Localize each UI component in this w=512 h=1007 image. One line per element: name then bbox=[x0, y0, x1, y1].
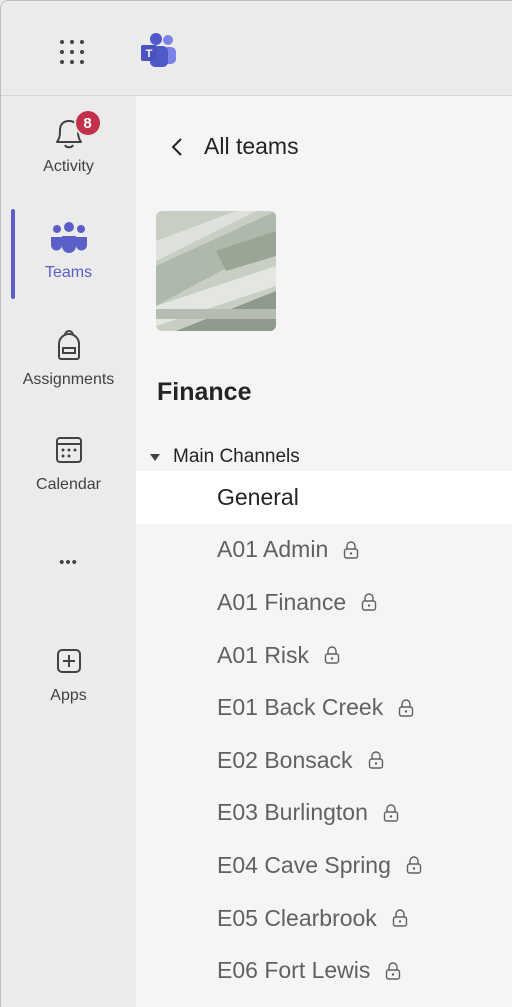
team-name: Finance bbox=[157, 378, 252, 406]
rail-label-teams: Teams bbox=[44, 264, 93, 281]
team-picture[interactable] bbox=[156, 211, 276, 331]
back-label: All teams bbox=[204, 133, 299, 159]
lock-icon bbox=[406, 856, 422, 875]
channel-item[interactable]: E02 Bonsack bbox=[136, 734, 512, 787]
channel-item[interactable]: E04 Cave Spring bbox=[136, 839, 512, 892]
section-label: Main Channels bbox=[173, 446, 300, 467]
lock-icon bbox=[344, 541, 359, 559]
more-icon: ••• bbox=[59, 554, 78, 571]
add-apps-icon bbox=[56, 649, 81, 673]
activity-badge: 8 bbox=[73, 109, 102, 137]
rail-item-apps[interactable]: Apps bbox=[1, 644, 136, 705]
svg-text:T: T bbox=[146, 48, 153, 60]
lock-icon bbox=[368, 751, 383, 769]
teams-icon bbox=[50, 222, 87, 253]
chevron-left-icon bbox=[171, 137, 182, 156]
channel-item[interactable]: E01 Back Creek bbox=[136, 681, 512, 734]
channel-item[interactable]: E06 Fort Lewis bbox=[136, 944, 512, 997]
title-bar: T bbox=[1, 1, 512, 96]
channel-name: E04 Cave Spring bbox=[217, 851, 391, 878]
channel-item[interactable]: A01 Finance bbox=[136, 576, 512, 629]
channel-name: A01 Finance bbox=[217, 588, 347, 615]
channel-name: E06 Fort Lewis bbox=[217, 957, 371, 984]
app-window: T 8 Activity Teams Assignments Calendar … bbox=[0, 0, 512, 1007]
rail-label-activity: Activity bbox=[43, 158, 94, 175]
channel-item[interactable]: A01 Risk bbox=[136, 629, 512, 682]
calendar-icon bbox=[55, 437, 82, 463]
lock-icon bbox=[324, 646, 340, 664]
channel-name: A01 Admin bbox=[217, 536, 329, 563]
main-channels-section[interactable]: Main Channels bbox=[150, 446, 300, 468]
channel-name: E02 Bonsack bbox=[217, 746, 353, 773]
teams-logo-icon: T bbox=[139, 31, 179, 71]
lock-icon bbox=[383, 804, 399, 822]
rail-item-calendar[interactable]: Calendar bbox=[1, 433, 136, 494]
caret-down-icon bbox=[150, 453, 160, 461]
channel-item[interactable]: A01 Admin bbox=[136, 524, 512, 577]
more-apps-button[interactable]: ••• bbox=[1, 554, 136, 572]
rail-item-teams[interactable]: Teams bbox=[1, 221, 136, 282]
channel-item[interactable]: E03 Burlington bbox=[136, 787, 512, 840]
rail-label-apps: Apps bbox=[50, 687, 87, 704]
rail-item-activity[interactable]: 8 Activity bbox=[1, 109, 136, 176]
channel-name: A01 Risk bbox=[217, 641, 310, 668]
backpack-icon bbox=[57, 330, 80, 360]
lock-icon bbox=[392, 909, 408, 927]
bell-icon: 8 bbox=[49, 109, 102, 154]
rail-label-calendar: Calendar bbox=[36, 476, 101, 493]
channel-item-general[interactable]: General bbox=[136, 471, 512, 524]
channel-item[interactable]: E05 Clearbrook bbox=[136, 892, 512, 945]
channel-name: E01 Back Creek bbox=[217, 694, 384, 721]
app-launcher-icon[interactable] bbox=[58, 38, 86, 66]
channel-name: E05 Clearbrook bbox=[217, 904, 377, 931]
channel-panel: All teams Finance Main Channels General bbox=[136, 96, 512, 1007]
rail-label-assignments: Assignments bbox=[22, 371, 115, 388]
all-teams-back-button[interactable]: All teams bbox=[166, 133, 299, 160]
rail-item-assignments[interactable]: Assignments bbox=[1, 328, 136, 389]
channel-name: General bbox=[217, 483, 299, 510]
app-rail: 8 Activity Teams Assignments Calendar ••… bbox=[1, 96, 136, 1007]
lock-icon bbox=[399, 698, 414, 717]
channel-name: E03 Burlington bbox=[217, 799, 368, 826]
lock-icon bbox=[361, 593, 377, 612]
lock-icon bbox=[386, 961, 401, 980]
channel-list: General A01 Admin A01 Finance A01 Risk E… bbox=[136, 471, 512, 997]
